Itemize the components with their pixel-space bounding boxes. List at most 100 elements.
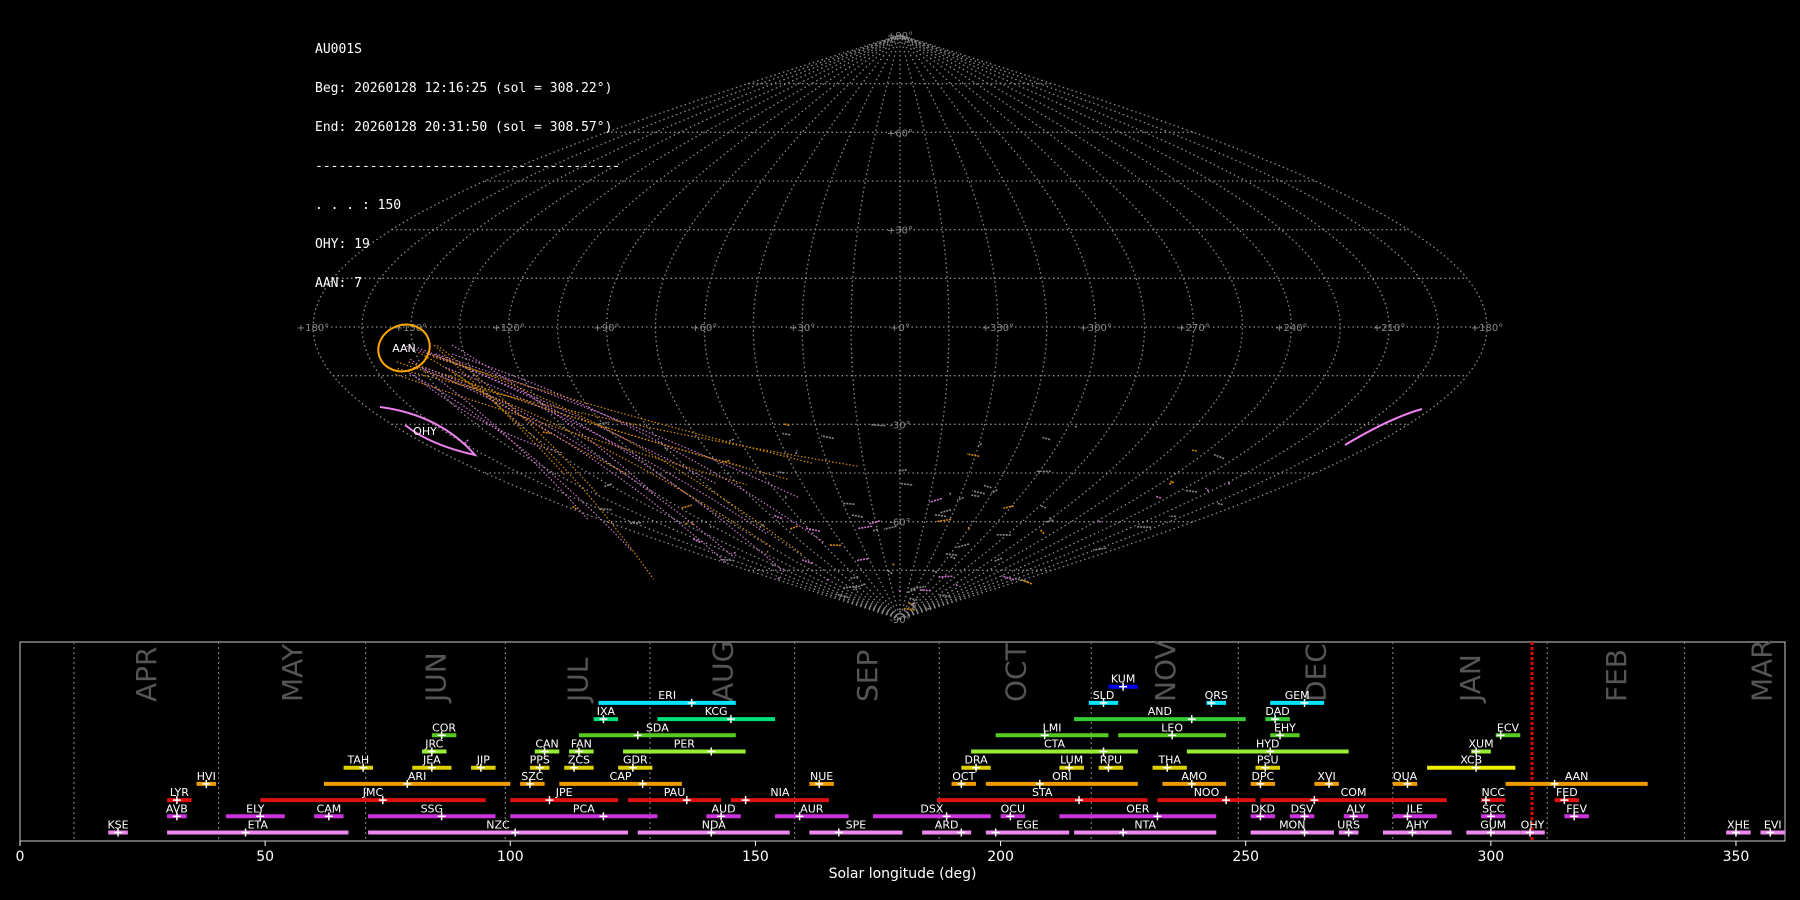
shower-label: SPE (846, 819, 867, 832)
shower-label: JPE (555, 786, 573, 799)
shower-label: LMI (1043, 721, 1062, 734)
month-label: NOV (1149, 640, 1182, 702)
shower-oct: OCT (951, 770, 977, 788)
sky-map: +180° +150° +120° +90° +60° +30° +0° +330° +300°… (297, 31, 1503, 626)
meteor-trail (795, 450, 798, 455)
shower-label: KUM (1111, 673, 1135, 686)
meteor-trail (720, 459, 730, 464)
shower-label: LYR (170, 786, 189, 799)
meteor-trail (977, 442, 983, 447)
x-tick-label: 200 (987, 849, 1014, 865)
meteor-trail (967, 526, 971, 531)
meteor-trail (898, 469, 907, 472)
meteor-trail (929, 497, 942, 504)
shower-label: SSG (421, 802, 444, 815)
shower-label: PSU (1257, 754, 1279, 767)
separator: --------------------------------------- (315, 159, 621, 174)
meteor-trail (966, 453, 980, 458)
shower-label: STA (1032, 786, 1053, 799)
lon-label: +210° (1373, 323, 1405, 334)
shower-label: CAN (535, 738, 558, 751)
meteor-trail (939, 508, 952, 514)
shower-label: KSE (107, 819, 128, 832)
meteor-trail (857, 525, 873, 530)
x-axis-label: Solar longitude (deg) (829, 866, 977, 882)
shower-label: ORI (1052, 770, 1072, 783)
shower-urs: URS (1337, 819, 1360, 837)
shower-label: PAU (664, 786, 686, 799)
camera-id: AU001S (315, 42, 362, 57)
shower-activity-chart: APR MAY JUN JUL AUG SEP OCT NOV DEC JAN FEB MARKUME… (16, 639, 1786, 882)
lon-label: +60° (691, 323, 717, 334)
lon-label: +180° (1471, 323, 1503, 334)
x-tick-label: 0 (16, 849, 25, 865)
shower-zcs: ZCS (564, 754, 594, 772)
meteor-trail (1213, 453, 1225, 460)
shower-label: HVI (197, 770, 216, 783)
meteor-trail (805, 527, 821, 533)
month-label: MAR (1746, 639, 1779, 702)
meteor-trail (801, 559, 814, 565)
shower-kse: KSE (107, 819, 129, 837)
meteor-trail (909, 597, 918, 601)
meteor-trail (1042, 436, 1051, 441)
begin-time: Beg: 20260128 12:16:25 (sol = 308.22°) (315, 81, 613, 96)
meteor-trail (777, 576, 780, 580)
month-label: JUN (420, 652, 453, 704)
meteor-trail (948, 492, 952, 496)
meteor-trail (851, 514, 863, 518)
meteor-trail (843, 585, 856, 589)
meteor-trail (1191, 449, 1197, 452)
month-label: OCT (999, 642, 1032, 702)
radiant-trail (432, 356, 813, 464)
month-label: JUL (562, 657, 595, 704)
meteor-trail (934, 513, 947, 518)
shower-fev: FEV (1564, 802, 1589, 821)
meteor-trail (990, 489, 998, 495)
shower-label: ETA (248, 819, 269, 832)
shower-label: OCU (1001, 802, 1025, 815)
shower-label: ARI (408, 770, 426, 783)
meteor-trail (900, 482, 914, 486)
shower-label: SLD (1093, 689, 1115, 702)
lat-label: +30° (887, 226, 913, 237)
radiant-trail (451, 344, 656, 495)
meteor-trail (603, 483, 613, 488)
shower-label: LUM (1060, 754, 1083, 767)
shower-label: OER (1126, 802, 1150, 815)
month-label: JAN (1454, 654, 1487, 704)
shower-label: QUA (1393, 770, 1418, 783)
shower-rpu: RPU (1098, 754, 1124, 772)
shower-label: SCC (1482, 802, 1505, 815)
shower-dpc: DPC (1250, 770, 1276, 788)
radiant-ohy-label: OHY (413, 425, 437, 438)
shower-label: XVI (1317, 770, 1335, 783)
shower-label: EHY (1274, 721, 1296, 734)
meteor-trail (1040, 505, 1047, 509)
shower-label: NCC (1481, 786, 1505, 799)
meteor-trail (771, 563, 775, 567)
shower-label: JMC (362, 786, 384, 799)
meteor-trail (918, 589, 931, 592)
month-label: SEP (851, 650, 884, 702)
shower-label: COM (1341, 786, 1367, 799)
shower-label: PCA (573, 802, 595, 815)
meteor-trail (629, 521, 642, 525)
shower-label: GDR (623, 754, 648, 767)
shower-label: DSX (920, 802, 943, 815)
shower-label: GEM (1285, 689, 1310, 702)
count-sporadic: . . . : 150 (315, 198, 402, 213)
lat-label: +90° (887, 31, 913, 42)
shower-xvi: XVI (1314, 770, 1339, 788)
meteor-trail (1001, 575, 1015, 581)
shower-label: JEA (422, 754, 441, 767)
shower-label: JRC (424, 738, 443, 751)
shower-label: AMO (1181, 770, 1207, 783)
x-tick-label: 250 (1232, 849, 1259, 865)
shower-label: XUM (1468, 738, 1493, 751)
count-aan: AAN: 7 (315, 276, 362, 291)
end-time: End: 20260128 20:31:50 (sol = 308.57°) (315, 120, 613, 135)
meteor-trail (983, 484, 992, 489)
meteor-trail (572, 505, 578, 510)
shower-sld: SLD (1088, 689, 1119, 707)
